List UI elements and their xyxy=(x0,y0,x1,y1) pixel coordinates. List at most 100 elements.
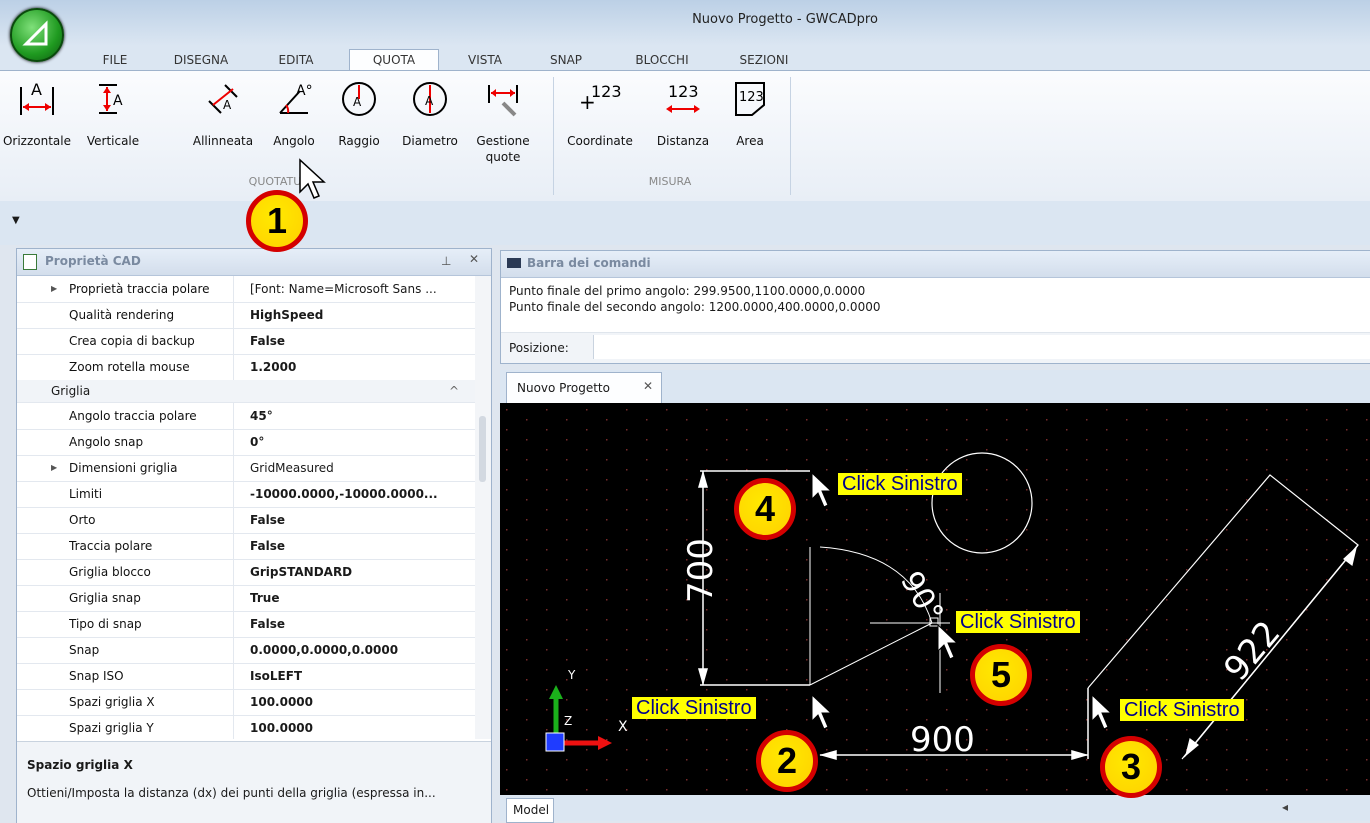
distance-icon: 123 xyxy=(666,82,700,113)
command-history-line: Punto finale del secondo angolo: 1200.00… xyxy=(509,300,881,314)
scroll-left-icon[interactable]: ◂ xyxy=(1282,800,1288,814)
mouse-pointer-icon xyxy=(299,158,326,199)
property-row[interactable]: Spazi griglia X 100.0000 xyxy=(17,689,475,716)
model-tab[interactable]: Model xyxy=(506,798,554,823)
property-scrollbar[interactable] xyxy=(475,276,491,739)
svg-text:Y: Y xyxy=(567,668,576,682)
property-row[interactable]: Zoom rotella mouse 1.2000 xyxy=(17,354,475,381)
group-separator xyxy=(790,77,791,195)
horizontal-dimension-icon: A xyxy=(20,80,54,115)
command-input[interactable] xyxy=(593,335,1370,359)
app-logo-icon xyxy=(22,20,48,46)
scrollbar-thumb[interactable] xyxy=(479,416,486,482)
click-label-4: Click Sinistro xyxy=(838,473,962,495)
dimension-manager-icon xyxy=(488,85,518,117)
property-row[interactable]: Snap ISO IsoLEFT xyxy=(17,663,475,690)
properties-panel: Proprietà CAD ⊥ ✕ ▶ Proprietà traccia pol… xyxy=(16,248,492,823)
click-label-2: Click Sinistro xyxy=(632,697,756,719)
coordinate-button[interactable]: +123 Coordinate xyxy=(558,77,642,177)
tab-quota[interactable]: QUOTA xyxy=(349,49,439,71)
svg-text:X: X xyxy=(618,719,628,735)
properties-panel-title: Proprietà CAD xyxy=(45,254,141,268)
ribbon-tabs: FILE DISEGNA EDITA QUOTA VISTA SNAP BLOC… xyxy=(0,46,1370,71)
tab-edita[interactable]: EDITA xyxy=(268,50,324,70)
tab-file[interactable]: FILE xyxy=(95,50,135,70)
aligned-dimension-icon: A xyxy=(208,84,238,114)
svg-text:Z: Z xyxy=(564,714,572,728)
description-pane: Spazio griglia X Ottieni/Imposta la dist… xyxy=(17,741,491,823)
property-grid: ▶ Proprietà traccia polare [Font: Name=Mic… xyxy=(17,276,491,739)
property-row[interactable]: Limiti -10000.0000,-10000.0000... xyxy=(17,481,475,508)
command-input-row: Posizione: xyxy=(501,332,1370,363)
area-icon: 123 xyxy=(735,82,765,116)
svg-text:123: 123 xyxy=(591,82,622,101)
property-row[interactable]: Traccia polare False xyxy=(17,533,475,560)
click-label-3: Click Sinistro xyxy=(1120,699,1244,721)
title-bar: Nuovo Progetto - GWCADpro xyxy=(0,0,1370,46)
svg-text:A: A xyxy=(353,95,362,109)
horizontal-dimension-text: 900 xyxy=(910,720,975,760)
verticale-button[interactable]: A Verticale xyxy=(78,77,148,177)
property-row[interactable]: Angolo traccia polare 45° xyxy=(17,403,475,430)
tab-sezioni[interactable]: SEZIONI xyxy=(732,50,796,70)
command-bar-panel: Barra dei comandi Punto finale del primo… xyxy=(500,250,1370,364)
group-label-quotatura: QUOTATU xyxy=(248,175,302,188)
property-row[interactable]: Griglia blocco GripSTANDARD xyxy=(17,559,475,586)
group-label-misura: MISURA xyxy=(648,175,692,188)
diametro-button[interactable]: A Diametro xyxy=(396,77,464,177)
tab-snap[interactable]: SNAP xyxy=(546,50,586,70)
collapse-icon: ^ xyxy=(449,384,460,398)
document-tab[interactable]: Nuovo Progetto ✕ xyxy=(506,372,662,403)
close-tab-icon[interactable]: ✕ xyxy=(643,379,653,393)
console-icon xyxy=(507,258,521,268)
tab-vista[interactable]: VISTA xyxy=(462,50,508,70)
svg-text:A°: A° xyxy=(296,83,313,99)
property-row[interactable]: Spazi griglia Y 100.0000 xyxy=(17,715,475,739)
gestione-quote-button[interactable]: Gestione quote xyxy=(472,77,534,177)
pin-icon[interactable]: ⊥ xyxy=(441,254,451,268)
property-row[interactable]: Orto False xyxy=(17,507,475,534)
raggio-button[interactable]: A Raggio xyxy=(330,77,388,177)
angle-dimension-icon: A° xyxy=(279,83,313,114)
coordinate-icon: +123 xyxy=(579,82,622,114)
property-row[interactable]: ▶ Dimensioni griglia GridMeasured xyxy=(17,455,475,482)
property-row[interactable]: Qualità rendering HighSpeed xyxy=(17,302,475,329)
command-bar-title: Barra dei comandi xyxy=(527,256,651,270)
command-history-line: Punto finale del primo angolo: 299.9500,… xyxy=(509,284,866,298)
vertical-dimension-text: 700 xyxy=(681,538,721,603)
vertical-dimension-icon: A xyxy=(99,84,123,114)
area-button[interactable]: 123 Area xyxy=(722,77,778,177)
window-title: Nuovo Progetto - GWCADpro xyxy=(692,12,878,27)
command-bar-header: Barra dei comandi xyxy=(501,251,1370,278)
properties-icon xyxy=(23,254,37,270)
radius-dimension-icon: A xyxy=(342,82,376,116)
property-row[interactable]: ▶ Proprietà traccia polare [Font: Name=Mic… xyxy=(17,276,475,303)
quick-access-toolbar: ▼ xyxy=(0,201,1370,245)
document-tab-label: Nuovo Progetto xyxy=(517,381,610,395)
property-row[interactable]: Crea copia di backup False xyxy=(17,328,475,355)
step-callout-4: 4 xyxy=(734,478,796,540)
application-menu-button[interactable] xyxy=(10,8,64,62)
description-text: Ottieni/Imposta la distanza (dx) dei pun… xyxy=(27,786,436,800)
customize-dropdown-icon[interactable]: ▼ xyxy=(12,215,20,226)
cad-drawing: 700 90° 900 922 Y Z X xyxy=(500,403,1370,795)
close-icon[interactable]: ✕ xyxy=(469,252,479,266)
allinneata-button[interactable]: A Allinneata xyxy=(186,77,260,177)
step-callout-5: 5 xyxy=(970,644,1032,706)
property-row[interactable]: Snap 0.0000,0.0000,0.0000 xyxy=(17,637,475,664)
ribbon: A Orizzontale A Verticale A Allinneata A… xyxy=(0,70,1370,202)
property-row[interactable]: Griglia snap True xyxy=(17,585,475,612)
orizzontale-button[interactable]: A Orizzontale xyxy=(0,77,74,177)
step-callout-3: 3 xyxy=(1100,736,1162,798)
svg-text:A: A xyxy=(113,93,123,109)
drawing-canvas[interactable]: 700 90° 900 922 Y Z X Click Sinistro Cli… xyxy=(500,403,1370,795)
tab-disegna[interactable]: DISEGNA xyxy=(165,50,237,70)
distanza-button[interactable]: 123 Distanza xyxy=(648,77,718,177)
step-callout-1: 1 xyxy=(246,190,308,252)
step-callout-2: 2 xyxy=(756,730,818,792)
tab-blocchi[interactable]: BLOCCHI xyxy=(626,50,698,70)
property-row[interactable]: Angolo snap 0° xyxy=(17,429,475,456)
category-griglia[interactable]: Griglia ^ xyxy=(17,380,475,403)
properties-panel-header: Proprietà CAD ⊥ ✕ xyxy=(17,249,491,276)
property-row[interactable]: Tipo di snap False xyxy=(17,611,475,638)
